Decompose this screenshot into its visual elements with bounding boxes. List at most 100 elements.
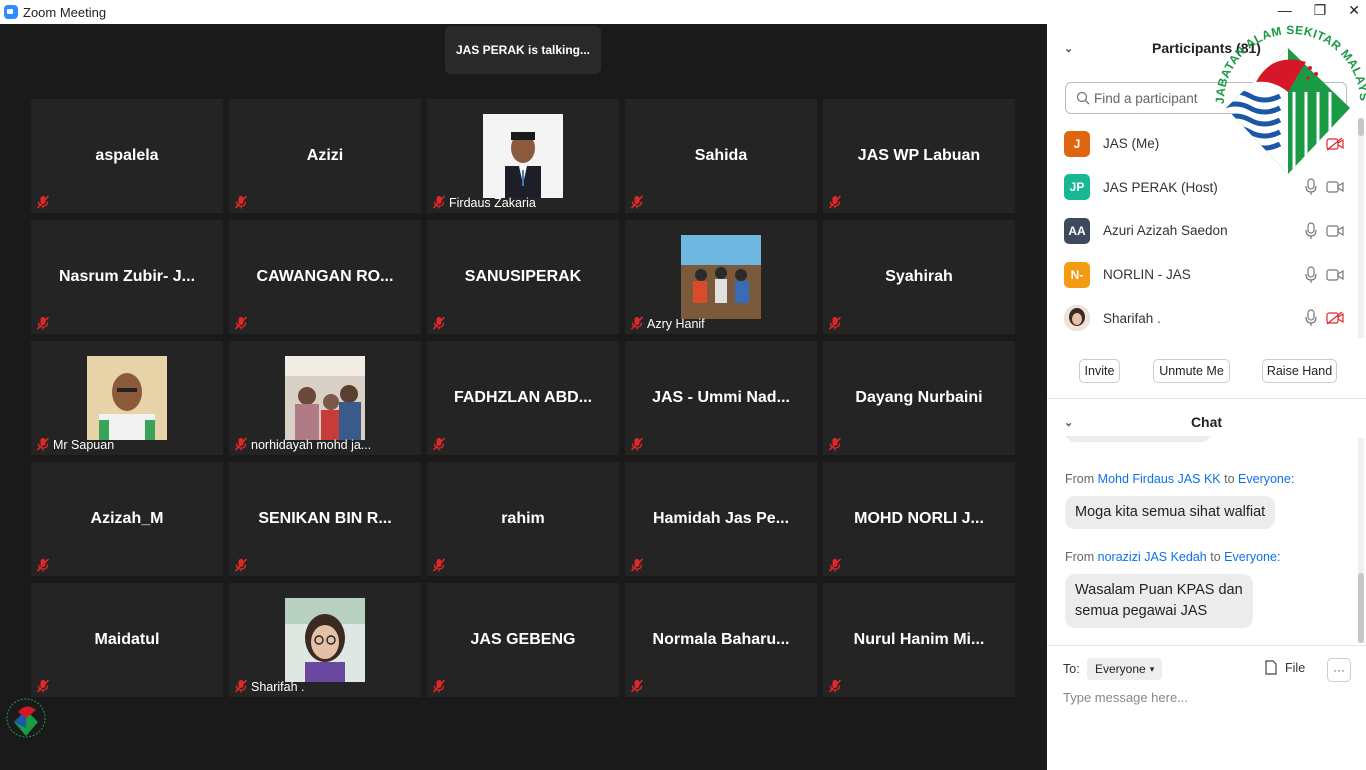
participant-name: Sahida [694,147,748,164]
participant-photo [285,598,365,682]
mic-muted-icon [629,194,645,210]
recipient-link[interactable]: Everyone: [1238,472,1294,486]
participant-tile[interactable]: JAS - Ummi Nad... [625,341,817,455]
mic-muted-icon [629,678,645,694]
avatar [1064,305,1090,332]
mic-muted-icon [629,557,645,573]
mic-muted-icon [35,678,51,694]
window-title: Zoom Meeting [23,4,107,20]
participant-tile[interactable]: norhidayah mohd ja... [229,341,421,455]
mic-muted-icon [827,557,843,573]
participant-name: MOHD NORLI J... [854,510,984,527]
participant-tile[interactable]: Normala Baharu... [625,583,817,697]
participant-list-item[interactable]: N- NORLIN - JAS [1064,253,1354,297]
mic-muted-icon [431,678,447,694]
invite-button[interactable]: Invite [1079,359,1120,383]
participant-tile[interactable]: Nasrum Zubir- J... [31,220,223,334]
participant-photo [87,356,167,440]
sender-link[interactable]: Mohd Firdaus JAS KK [1098,472,1221,486]
chat-scrollbar[interactable] [1358,438,1364,643]
microphone-icon [1304,309,1318,327]
participant-label: Sharifah . [251,680,305,694]
participant-tile[interactable]: Sharifah . [229,583,421,697]
participant-photo [681,235,761,319]
participant-name: Syahirah [885,268,953,285]
participant-label: Azry Hanif [647,317,705,331]
participant-tile[interactable]: Azizah_M [31,462,223,576]
participant-name: JAS - Ummi Nad... [652,389,790,406]
jas-logo-icon [6,698,46,738]
recipient-dropdown[interactable]: Everyone ▾ [1087,658,1163,680]
mic-muted-icon [233,436,249,452]
participant-name: Nurul Hanim Mi... [853,631,985,648]
participant-name: SANUSIPERAK [464,268,582,285]
participant-list-item[interactable]: Sharifah . [1064,296,1354,340]
more-options-button[interactable]: ··· [1327,658,1351,682]
file-icon [1265,660,1277,675]
participant-tile[interactable]: Sahida [625,99,817,213]
participant-tile[interactable]: Nurul Hanim Mi... [823,583,1015,697]
sender-link[interactable]: norazizi JAS Kedah [1098,550,1207,564]
participant-list-name: Azuri Azizah Saedon [1103,223,1228,239]
participant-tile[interactable]: Azizi [229,99,421,213]
recipient-link[interactable]: Everyone: [1224,550,1280,564]
chat-bubble-partial [1065,436,1211,442]
restore-icon[interactable]: ❐ [1314,2,1327,19]
participant-tile[interactable]: CAWANGAN RO... [229,220,421,334]
participant-name: Hamidah Jas Pe... [652,510,790,527]
participant-label: Firdaus Zakaria [449,196,536,210]
mic-muted-icon [431,557,447,573]
window-controls: — ❐ ✕ [1278,2,1360,19]
mic-muted-icon [35,436,51,452]
participant-tile[interactable]: Dayang Nurbaini [823,341,1015,455]
mic-muted-icon [35,315,51,331]
participant-video-grid: aspalela Azizi Firdaus Zakaria Sahida JAS WP… [31,99,1015,697]
participant-tile[interactable]: Azry Hanif [625,220,817,334]
jas-logo-watermark: JABATAN ALAM SEKITAR MALAYSIA [1210,22,1366,174]
participant-tile[interactable]: Hamidah Jas Pe... [625,462,817,576]
participant-tile[interactable]: aspalela [31,99,223,213]
chat-sender-line: From norazizi JAS Kedah to Everyone: [1065,550,1281,564]
participant-name: rahim [501,510,545,527]
participant-tile[interactable]: MOHD NORLI J... [823,462,1015,576]
mic-muted-icon [431,436,447,452]
participant-name: aspalela [95,147,159,164]
participant-tile[interactable]: FADHZLAN ABD... [427,341,619,455]
participant-name: FADHZLAN ABD... [453,389,593,406]
participant-name: Nasrum Zubir- J... [58,268,196,285]
participant-name: Normala Baharu... [652,631,790,648]
chat-header: ⌄ Chat [1047,410,1366,434]
mic-muted-icon [827,194,843,210]
participant-tile[interactable]: Firdaus Zakaria [427,99,619,213]
participant-name: CAWANGAN RO... [256,268,394,285]
participant-tile[interactable]: JAS GEBENG [427,583,619,697]
participant-tile[interactable]: Mr Sapuan [31,341,223,455]
mic-muted-icon [827,678,843,694]
participant-list-name: NORLIN - JAS [1103,267,1191,283]
search-icon [1076,91,1090,105]
chat-message: Moga kita semua sihat walfiat [1065,496,1276,529]
avatar: AA [1064,217,1090,244]
unmute-me-button[interactable]: Unmute Me [1153,359,1230,383]
message-input[interactable]: Type message here... [1063,690,1188,705]
file-button[interactable]: File [1265,660,1305,675]
participant-list-name: JAS (Me) [1103,136,1160,152]
minimize-icon[interactable]: — [1278,2,1292,19]
mic-muted-icon [233,315,249,331]
close-icon[interactable]: ✕ [1348,2,1360,19]
collapse-chevron-icon[interactable]: ⌄ [1064,416,1073,429]
collapse-chevron-icon[interactable]: ⌄ [1064,42,1073,55]
participant-tile[interactable]: Maidatul [31,583,223,697]
participant-tile[interactable]: SENIKAN BIN R... [229,462,421,576]
mic-muted-icon [233,678,249,694]
participant-name: Azizah_M [90,510,164,527]
participant-list-item[interactable]: AA Azuri Azizah Saedon [1064,209,1354,253]
participant-tile[interactable]: SANUSIPERAK [427,220,619,334]
mic-muted-icon [629,436,645,452]
participant-tile[interactable]: Syahirah [823,220,1015,334]
microphone-icon [1304,222,1318,240]
participant-tile[interactable]: JAS WP Labuan [823,99,1015,213]
participant-tile[interactable]: rahim [427,462,619,576]
raise-hand-button[interactable]: Raise Hand [1262,359,1337,383]
title-bar: Zoom Meeting [0,0,1047,24]
